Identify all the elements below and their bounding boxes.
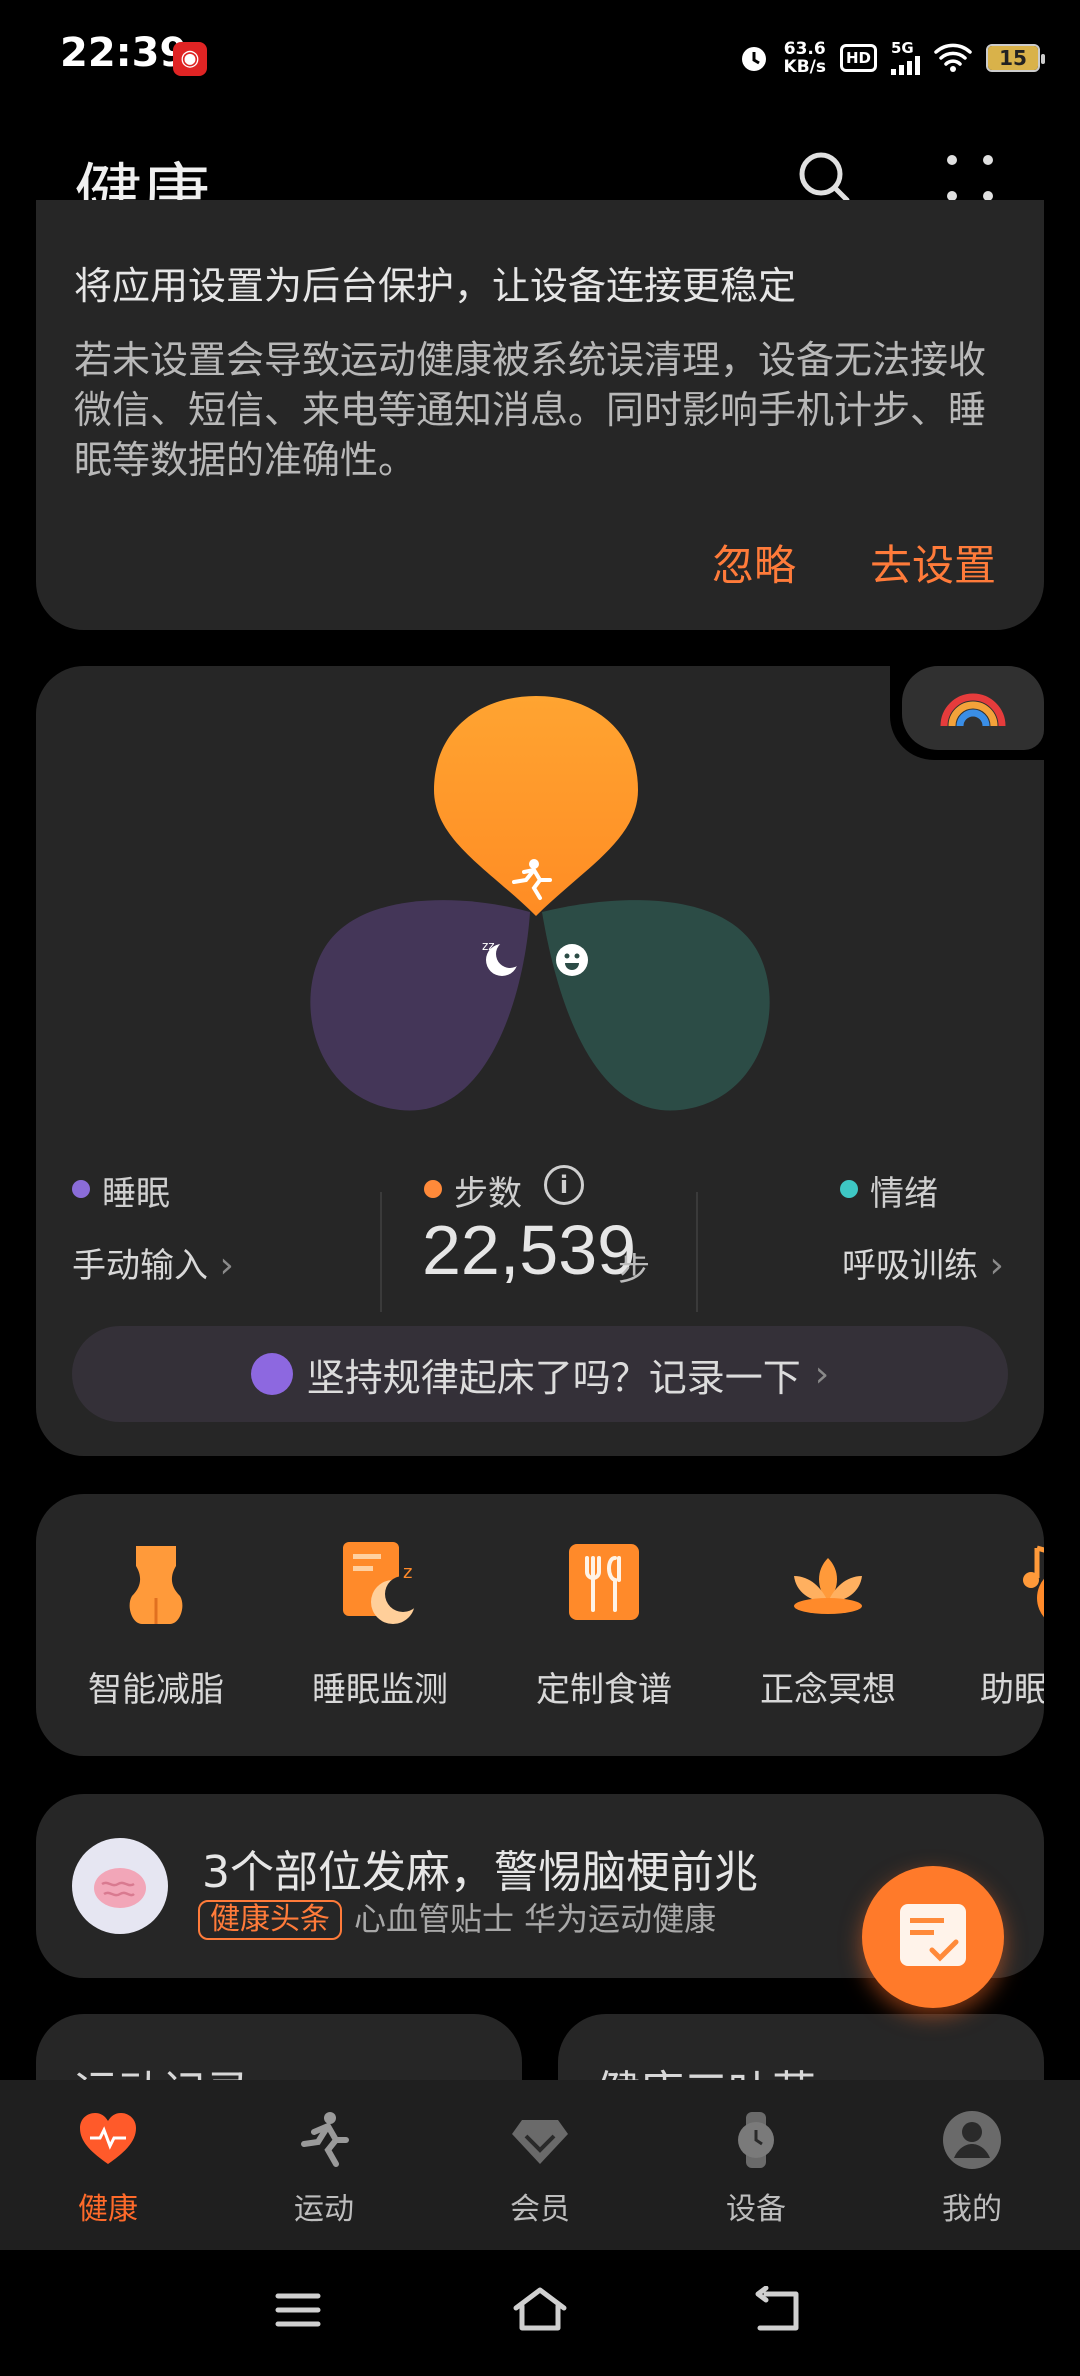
sleep-monitor-icon: z	[343, 1542, 421, 1624]
go-settings-button[interactable]: 去设置	[870, 532, 996, 593]
tab-membership[interactable]: 会员	[432, 2080, 648, 2250]
rainbow-button[interactable]	[902, 666, 1044, 750]
home-icon[interactable]	[510, 2284, 570, 2334]
wake-up-record-prompt[interactable]: 坚持规律起床了吗？记录一下 ›	[72, 1326, 1008, 1422]
alarm-icon	[741, 47, 766, 71]
info-icon[interactable]: i	[544, 1165, 584, 1205]
back-icon[interactable]	[752, 2286, 808, 2336]
mood-label: 情绪	[870, 1174, 938, 1214]
health-clover-chart[interactable]: zz	[290, 690, 790, 1130]
steps-legend-dot	[424, 1180, 442, 1198]
diamond-icon	[512, 2120, 568, 2164]
breathing-training-link[interactable]: 呼吸训练 ›	[842, 1238, 1004, 1287]
music-note-icon	[1023, 1545, 1044, 1618]
service-custom-recipe[interactable]: 定制食谱	[504, 1494, 704, 1756]
divider	[380, 1192, 382, 1312]
lotus-icon	[794, 1558, 862, 1614]
service-fat-loss[interactable]: 智能减脂	[56, 1494, 256, 1756]
waist-icon	[129, 1546, 183, 1624]
tab-exercise[interactable]: 运动	[216, 2080, 432, 2250]
tab-health[interactable]: 健康	[0, 2080, 216, 2250]
battery-level: 15	[988, 46, 1038, 70]
prompt-text: 坚持规律起床了吗？记录一下	[306, 1355, 801, 1400]
recipe-icon	[569, 1544, 639, 1620]
service-sleep-aid[interactable]: 助眠	[952, 1494, 1044, 1756]
menu-icon[interactable]	[274, 2290, 322, 2330]
net-speed: 63.6 KB/s	[783, 39, 826, 77]
ignore-button[interactable]: 忽略	[712, 532, 796, 593]
svg-text:z: z	[403, 1562, 412, 1583]
sleep-legend-dot	[72, 1180, 90, 1198]
runner-icon	[301, 2112, 349, 2167]
sleep-label: 睡眠	[102, 1174, 170, 1214]
system-nav-bar	[0, 2250, 1080, 2376]
status-icons: 63.6 KB/s HD 5G 15	[738, 36, 1045, 80]
hd-icon: HD	[839, 44, 877, 72]
signal-icon: 5G	[891, 41, 920, 75]
bottom-tab-bar: 健康 运动 会员 设备 我的	[0, 2080, 1080, 2250]
steps-unit: 步	[618, 1250, 651, 1288]
tab-devices[interactable]: 设备	[648, 2080, 864, 2250]
wifi-icon	[934, 43, 972, 72]
notice-title: 将应用设置为后台保护，让设备连接更稳定	[74, 264, 797, 308]
status-bar: 22:39 ◉ 63.6 KB/s HD 5G 15	[0, 0, 1080, 110]
chevron-right-icon: ›	[208, 1245, 234, 1286]
chevron-right-icon: ›	[814, 1353, 830, 1395]
services-carousel[interactable]: 智能减脂 z 睡眠监测 定制食谱 正念冥想 助眠	[36, 1494, 1044, 1756]
rainbow-icon	[940, 693, 1006, 727]
search-icon[interactable]	[795, 148, 855, 208]
chevron-right-icon: ›	[978, 1245, 1004, 1286]
watch-icon	[738, 2112, 774, 2168]
battery-icon: 15	[986, 44, 1045, 72]
record-fab-button[interactable]	[862, 1866, 1004, 2008]
service-meditation[interactable]: 正念冥想	[728, 1494, 928, 1756]
sunrise-icon	[250, 1353, 293, 1395]
status-time: 22:39	[60, 30, 188, 76]
sleep-petal	[310, 900, 530, 1111]
notice-body: 若未设置会导致运动健康被系统误清理，设备无法接收微信、短信、来电等通知消息。同时…	[74, 338, 987, 482]
netease-music-icon: ◉	[173, 42, 207, 76]
news-source: 心血管贴士 华为运动健康	[354, 1900, 717, 1938]
steps-value: 22,539	[422, 1211, 637, 1289]
news-tag: 健康头条	[198, 1900, 342, 1940]
svg-text:zz: zz	[482, 939, 495, 953]
steps-label: 步数	[454, 1174, 522, 1214]
mood-smile-icon	[556, 944, 588, 976]
mood-petal	[542, 900, 770, 1111]
heart-icon	[80, 2113, 136, 2164]
tab-profile[interactable]: 我的	[864, 2080, 1080, 2250]
brain-thumbnail-icon	[72, 1838, 168, 1934]
service-sleep-monitor[interactable]: z 睡眠监测	[280, 1494, 480, 1756]
profile-icon	[943, 2111, 1001, 2169]
checklist-icon	[900, 1904, 966, 1966]
divider	[696, 1192, 698, 1312]
news-title: 3个部位发麻，警惕脑梗前兆	[202, 1847, 758, 1898]
manual-input-link[interactable]: 手动输入 ›	[72, 1238, 234, 1287]
mood-legend-dot	[840, 1180, 858, 1198]
